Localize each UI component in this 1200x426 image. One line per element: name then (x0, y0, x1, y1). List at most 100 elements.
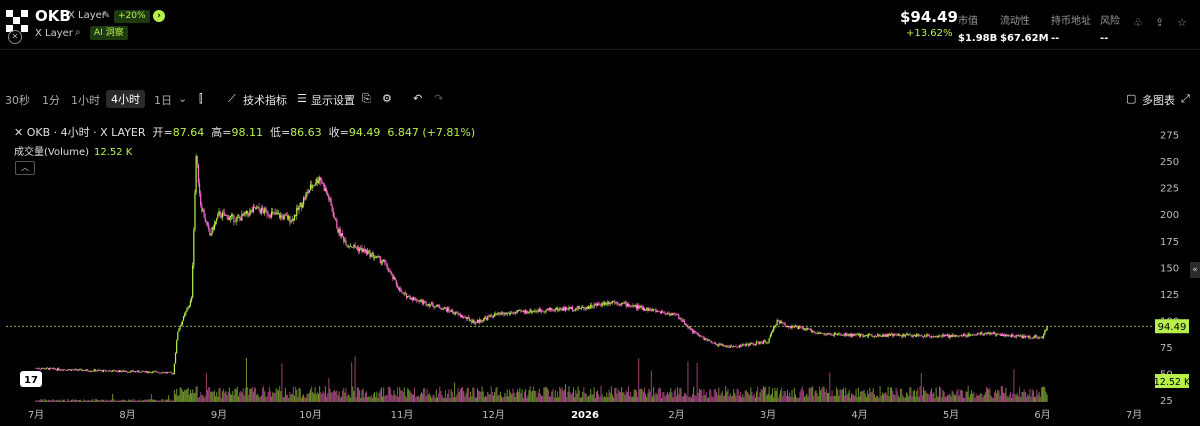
volume-bar (57, 399, 59, 402)
indicators-icon[interactable]: ⟋ (228, 92, 236, 106)
volume-bar (944, 396, 946, 402)
candle-body (600, 305, 602, 306)
volume-bar (575, 390, 577, 402)
alert-icon[interactable]: ♧ (1133, 16, 1143, 29)
search-icon[interactable]: ⌕ (75, 27, 81, 38)
interval-1m[interactable]: 1分 (42, 92, 60, 108)
volume-bar (151, 394, 153, 402)
interval-4h[interactable]: 4小时 (106, 90, 145, 108)
volume-bar (379, 389, 381, 402)
volume-bar (460, 388, 462, 402)
candle-body (932, 336, 934, 338)
volume-bar (172, 400, 174, 402)
volume-bar (419, 394, 421, 402)
interval-dropdown-chevron-icon[interactable]: ⌄ (178, 92, 187, 105)
candle-body (153, 371, 155, 373)
settings-gear-icon[interactable]: ⚙ (382, 92, 392, 105)
volume-bar (277, 390, 279, 402)
expand-panel-chevron-icon[interactable]: « (1190, 262, 1200, 278)
volume-legend: 成交量(Volume) 12.52 K (14, 147, 133, 158)
candle-body (603, 302, 606, 305)
candle-body (1027, 336, 1029, 338)
last-price-tag: 94.49 (1158, 322, 1187, 333)
candle-body (627, 303, 630, 307)
volume-bar (847, 392, 849, 402)
price-chart[interactable]: 2550751001251501752002252502757月8月9月10月1… (0, 118, 1200, 426)
candle-body (259, 209, 261, 214)
volume-bar (670, 388, 672, 402)
edit-icon[interactable]: ✎ (102, 10, 110, 21)
candle-body (306, 192, 308, 194)
candle-body (828, 333, 830, 334)
volume-bar (976, 395, 978, 402)
volume-bar (52, 399, 54, 402)
candle-body (402, 292, 404, 294)
volume-bar (560, 389, 562, 402)
candle-body (974, 334, 976, 336)
candle-type-icon[interactable]: ⫿ (199, 92, 203, 106)
volume-bar (318, 393, 320, 402)
interval-1d[interactable]: 1日 (154, 92, 172, 108)
volume-bar (321, 393, 323, 402)
volume-bar (340, 396, 342, 402)
volume-bar (979, 395, 981, 402)
volume-bar (698, 388, 700, 402)
candle-body (530, 309, 532, 313)
display-settings-icon[interactable]: ☰ (297, 92, 307, 105)
volume-bar (626, 392, 628, 402)
volume-bar (436, 397, 438, 402)
candle-body (456, 312, 458, 313)
volume-bar (390, 388, 392, 402)
candle-body (693, 330, 695, 333)
price-change: +13.62% (906, 28, 953, 39)
interval-30s[interactable]: 30秒 (5, 92, 30, 108)
volume-bar (493, 395, 494, 402)
fullscreen-icon[interactable]: ⤢ (1181, 92, 1190, 106)
candle-body (417, 300, 419, 302)
candle-body (115, 371, 117, 373)
candle-body (591, 304, 593, 308)
candle-body (128, 371, 130, 373)
volume-bar (999, 395, 1001, 402)
volume-bar (921, 394, 923, 402)
multi-chart-button[interactable]: 多图表 (1142, 92, 1175, 108)
undo-icon[interactable]: ↶ (413, 92, 422, 105)
volume-bar (447, 393, 449, 402)
candle-body (721, 344, 723, 346)
volume-bar (122, 399, 124, 402)
candle-body (212, 226, 214, 230)
interval-1h[interactable]: 1小时 (71, 92, 100, 108)
arrow-right-icon[interactable]: › (153, 10, 165, 22)
candle-body (773, 326, 775, 331)
chart-type-icon[interactable]: ⎘ (362, 92, 371, 106)
volume-bar (505, 396, 507, 402)
volume-bar (69, 400, 71, 402)
volume-bar (830, 396, 832, 402)
candle-body (831, 334, 833, 336)
multi-chart-icon[interactable]: ▢ (1126, 92, 1136, 105)
volume-bar (323, 392, 325, 402)
candle-body (189, 300, 192, 306)
ai-insight-button[interactable]: AI 洞察 (90, 26, 128, 40)
share-icon[interactable]: ⇪ (1155, 16, 1164, 29)
candle-body (702, 336, 704, 338)
candle-body (197, 163, 200, 183)
indicators-button[interactable]: 技术指标 (243, 92, 287, 108)
collapse-legend-chevron-up-icon[interactable]: ︿ (15, 161, 35, 175)
candle-body (37, 368, 39, 369)
volume-bar (92, 399, 94, 402)
volume-bar (834, 395, 836, 402)
candle-body (244, 212, 246, 214)
volume-bar (726, 391, 728, 402)
candle-body (250, 209, 252, 211)
candle-body (399, 288, 401, 290)
display-settings-button[interactable]: 显示设置 (311, 92, 355, 108)
candle-body (355, 247, 357, 249)
volume-bar (102, 400, 104, 402)
star-icon[interactable]: ☆ (1177, 16, 1187, 29)
volume-bar (77, 399, 79, 402)
volume-bar (176, 388, 178, 402)
redo-icon[interactable]: ↷ (434, 92, 443, 105)
stat-risk: 风险 -- (1100, 16, 1120, 44)
candle-body (291, 218, 293, 222)
